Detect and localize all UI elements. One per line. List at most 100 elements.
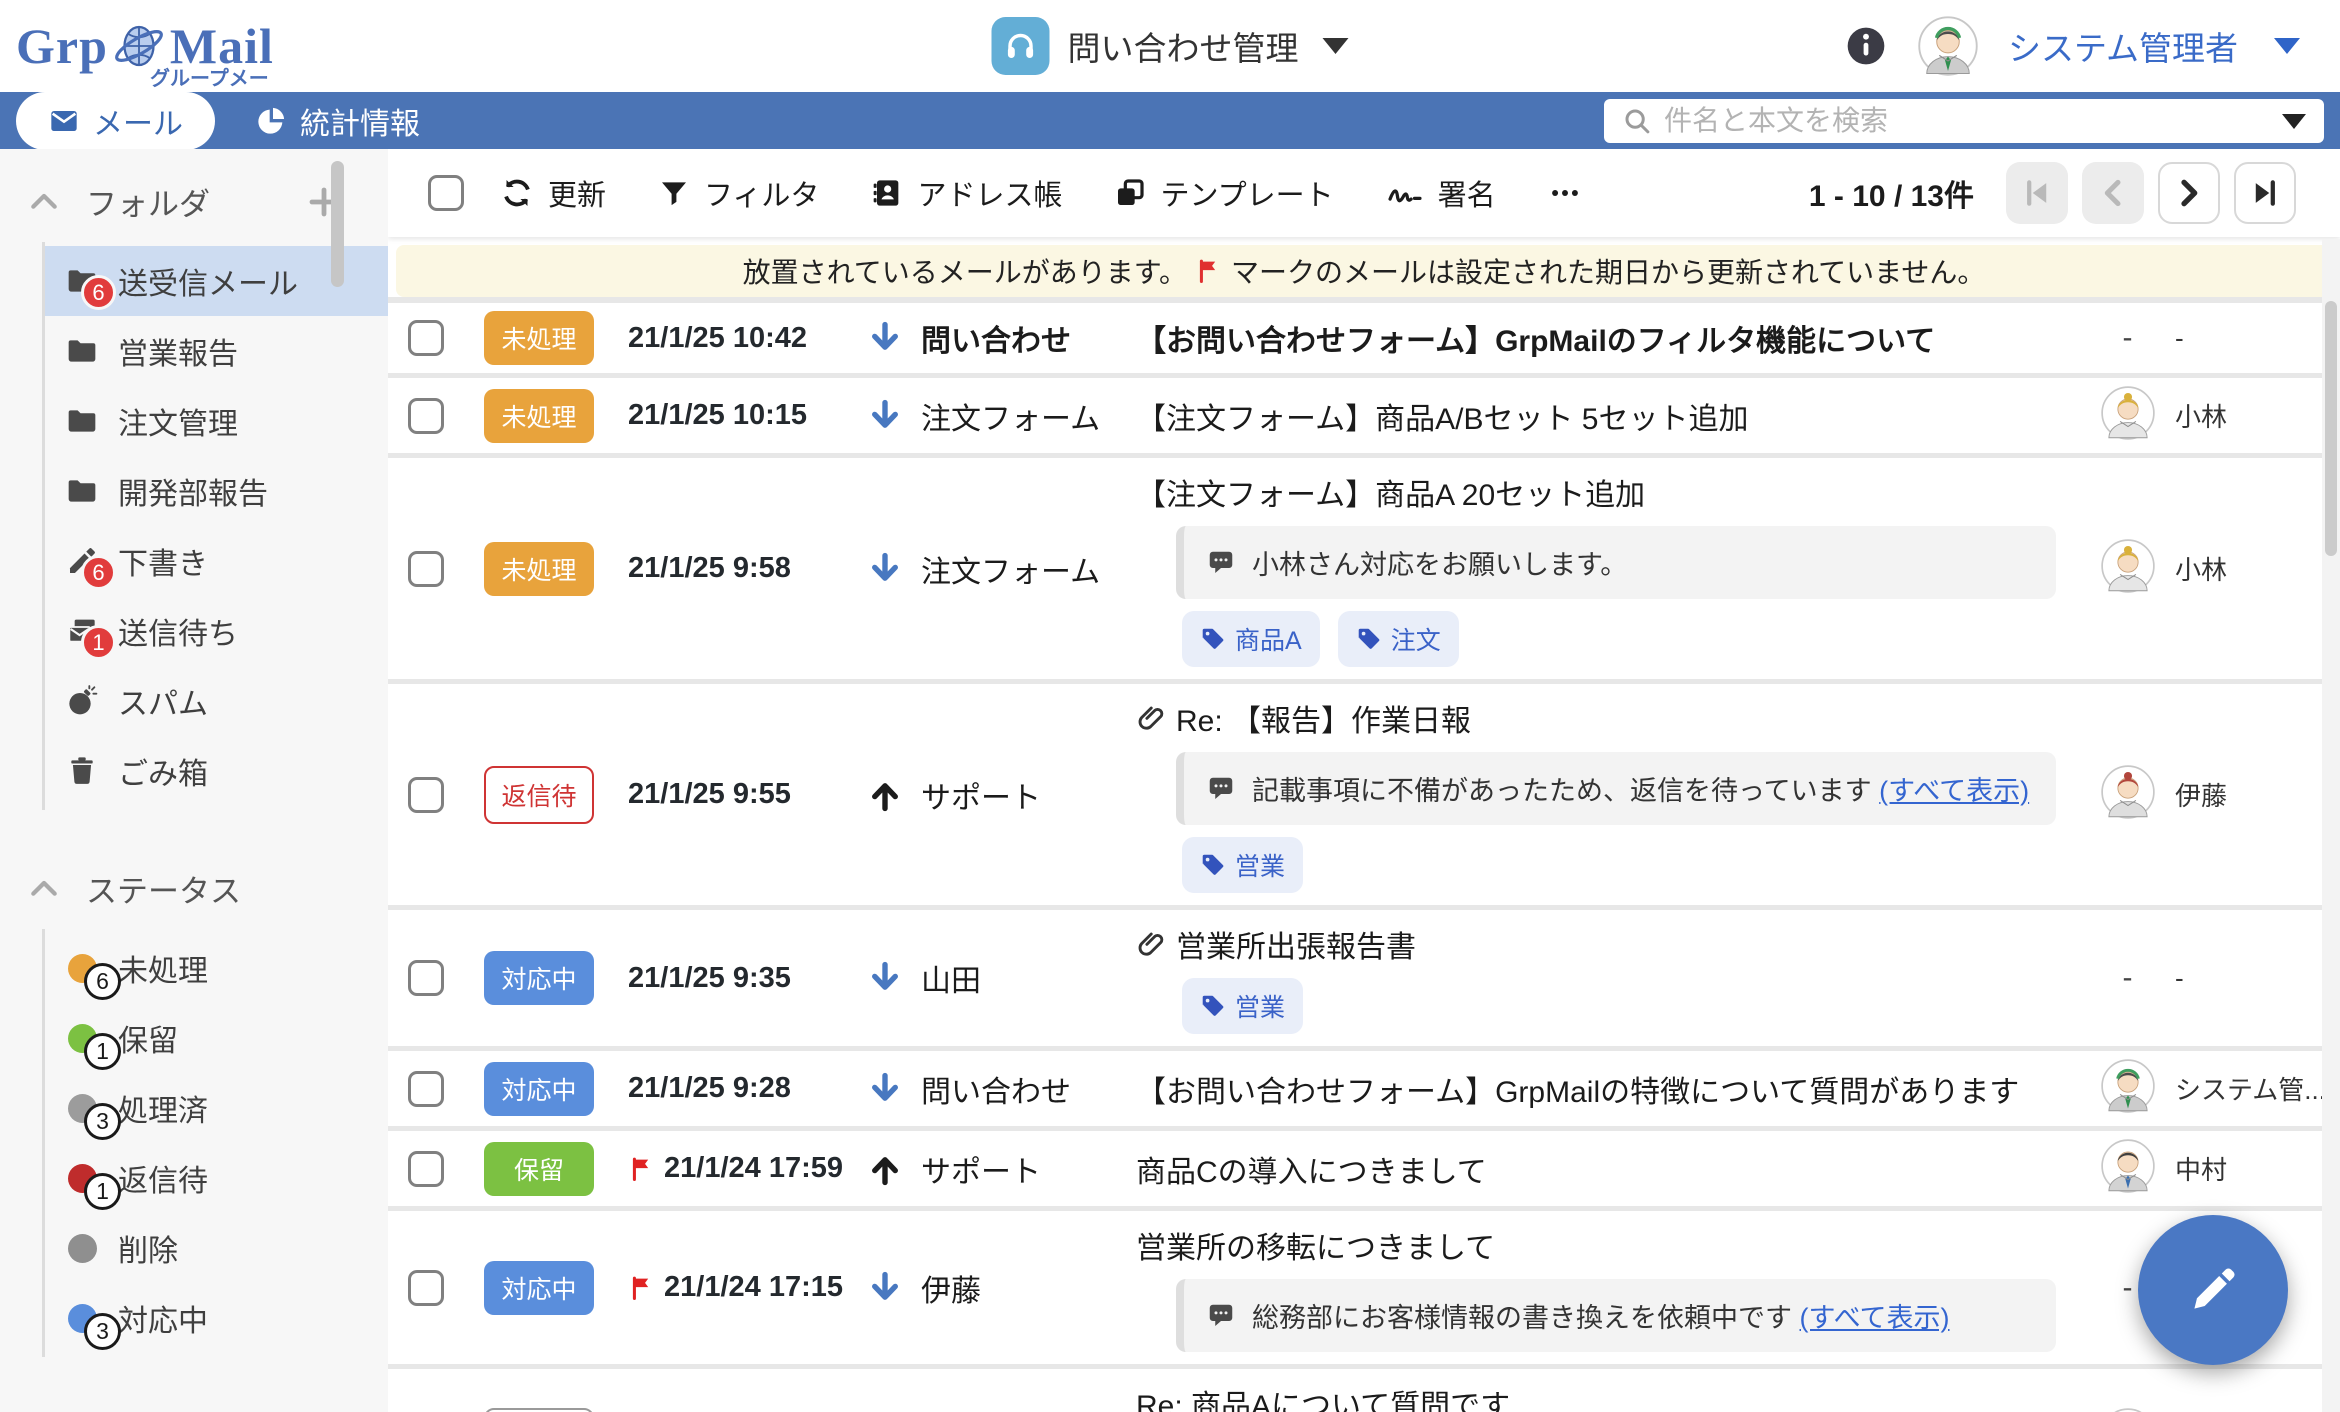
sidebar-item[interactable]: ごみ箱 xyxy=(45,736,388,806)
arrow-down-icon xyxy=(866,550,904,588)
list-toolbar: 更新 フィルタ アドレス帳 テンプレート 署名 1 - 10 / 13件 xyxy=(388,149,2340,237)
select-all-checkbox[interactable] xyxy=(428,175,464,211)
search-options-caret-icon[interactable] xyxy=(2282,113,2306,129)
sidebar-item[interactable]: 3 対応中 xyxy=(45,1283,388,1353)
sidebar-item-label: 未処理 xyxy=(118,955,208,988)
mail-row[interactable]: 処理済21/1/24 16:45サポートRe: 商品Aについて質問です商品A質問 xyxy=(388,1369,2340,1412)
row-checkbox[interactable] xyxy=(408,320,444,356)
sidebar-item[interactable]: 営業報告 xyxy=(45,316,388,386)
toolbar-signature-button[interactable]: 署名 xyxy=(1386,172,1496,214)
first-page-button[interactable] xyxy=(2006,162,2068,224)
mail-comment: 記載事項に不備があったため、返信を待っています (すべて表示) xyxy=(1176,752,2056,825)
sidebar-item[interactable]: 削除 xyxy=(45,1213,388,1283)
compose-button[interactable] xyxy=(2138,1215,2288,1365)
row-checkbox[interactable] xyxy=(408,1269,444,1306)
prev-page-button[interactable] xyxy=(2082,162,2144,224)
row-checkbox[interactable] xyxy=(408,1150,444,1187)
tag-chip[interactable]: 注文 xyxy=(1337,611,1459,667)
info-icon[interactable] xyxy=(1844,24,1888,68)
sender-avatar xyxy=(2101,1407,2155,1412)
row-checkbox[interactable] xyxy=(408,397,444,434)
sidebar-item-label: スパム xyxy=(118,688,208,721)
tab-stats[interactable]: 統計情報 xyxy=(255,99,420,143)
assignee-name: 伊藤 xyxy=(2175,781,2228,811)
main-navbar: メール 統計情報 xyxy=(0,91,2340,150)
mail-row[interactable]: 対応中 21/1/25 9:35 山田 営業所出張報告書 営業 - - xyxy=(388,910,2340,1046)
row-checkbox[interactable] xyxy=(408,960,444,996)
mail-row[interactable]: 対応中 21/1/25 9:28 問い合わせ 【お問い合わせフォーム】GrpMailの… xyxy=(388,1051,2340,1126)
arrow-up-icon xyxy=(866,1150,904,1188)
sidebar-item[interactable]: 6 下書き xyxy=(45,526,388,596)
section-header-tags[interactable]: タグ xyxy=(0,1387,388,1412)
more-icon xyxy=(1548,176,1582,210)
section-header-folders[interactable]: フォルダ xyxy=(0,153,388,242)
show-all-link[interactable]: (すべて表示) xyxy=(1879,776,2029,806)
sidebar-item[interactable]: 1 返信待 xyxy=(45,1143,388,1213)
mail-row[interactable]: 返信待 21/1/25 9:55 サポート Re: 【報告】作業日報 記載事項に不備があ… xyxy=(388,684,2340,905)
last-page-button[interactable] xyxy=(2234,162,2296,224)
list-scrollbar-thumb[interactable] xyxy=(2325,301,2337,556)
row-checkbox[interactable] xyxy=(408,776,444,813)
mail-row[interactable]: 未処理 21/1/25 9:58 注文フォーム 【注文フォーム】商品A 20セット追加… xyxy=(388,458,2340,679)
row-checkbox[interactable] xyxy=(408,1070,444,1107)
tab-mail[interactable]: メール xyxy=(16,91,215,150)
toolbar-more-button[interactable] xyxy=(1548,176,1582,210)
comment-text: 記載事項に不備があったため、返信を待っています (すべて表示) xyxy=(1252,776,2030,806)
mail-row[interactable]: 未処理 21/1/25 10:42 問い合わせ 【お問い合わせフォーム】GrpMail… xyxy=(388,303,2340,373)
sidebar-item[interactable]: 1 保留 xyxy=(45,1003,388,1073)
mail-from: 問い合わせ xyxy=(921,325,1071,358)
workspace-selector[interactable]: 問い合わせ管理 xyxy=(991,17,1349,75)
stale-mail-notice: 放置されているメールがあります。 マークのメールは設定された期日から更新されてい… xyxy=(396,245,2332,297)
sidebar-item[interactable]: 6 未処理 xyxy=(45,933,388,1003)
assignee-name: 中村 xyxy=(2175,1155,2228,1185)
sidebar-item[interactable]: 1 送信待ち xyxy=(45,596,388,666)
mail-row[interactable]: 保留 21/1/24 17:59 サポート 商品Cの導入につきまして 中村 xyxy=(388,1131,2340,1206)
sidebar-item[interactable]: 3 処理済 xyxy=(45,1073,388,1143)
toolbar-address-book-button[interactable]: アドレス帳 xyxy=(871,172,1062,214)
mail-row[interactable]: 対応中 21/1/24 17:15 伊藤 営業所の移転につきまして 総務部にお客様情報の… xyxy=(388,1211,2340,1364)
bubble-icon xyxy=(1206,548,1236,578)
tag-chip[interactable]: 商品A xyxy=(1182,611,1320,667)
sidebar-item-label: ごみ箱 xyxy=(118,758,208,791)
mail-list-panel: 更新 フィルタ アドレス帳 テンプレート 署名 1 - 10 / 13件 放置されている… xyxy=(388,149,2340,1412)
status-count-badge: 3 xyxy=(84,1313,121,1350)
tag-small-icon xyxy=(1200,626,1226,652)
mail-row[interactable]: 未処理 21/1/25 10:15 注文フォーム 【注文フォーム】商品A/Bセット 5… xyxy=(388,378,2340,453)
toolbar-filter-button[interactable]: フィルタ xyxy=(658,172,819,214)
sidebar-item-label: 注文管理 xyxy=(118,408,238,441)
search-input[interactable] xyxy=(1664,105,2270,137)
pencil-icon xyxy=(2182,1259,2244,1321)
section-header-status[interactable]: ステータス xyxy=(0,840,388,929)
chevron-down-icon xyxy=(1322,38,1349,54)
notice-text-after: マークのメールは設定された期日から更新されていません。 xyxy=(1231,257,1986,288)
show-all-link[interactable]: (すべて表示) xyxy=(1800,1303,1950,1333)
flag-icon xyxy=(628,1274,656,1302)
tag-label: 営業 xyxy=(1235,994,1286,1022)
toolbar-button-label: 更新 xyxy=(548,180,607,212)
pagination: 1 - 10 / 13件 xyxy=(1809,162,2296,224)
tag-chip[interactable]: 営業 xyxy=(1182,978,1304,1034)
next-page-button[interactable] xyxy=(2158,162,2220,224)
chevron-down-icon[interactable] xyxy=(2274,38,2300,54)
tag-chip[interactable]: 営業 xyxy=(1182,837,1304,893)
sidebar-scrollbar-thumb[interactable] xyxy=(331,161,344,287)
sidebar-item[interactable]: 開発部報告 xyxy=(45,456,388,526)
sender-avatar xyxy=(2100,386,2155,445)
sidebar-section-tags: タグ3商品A xyxy=(0,1387,388,1412)
mail-date: 21/1/25 9:35 xyxy=(628,961,791,994)
app-logo: Grp Mail グループメール xyxy=(0,0,274,119)
sidebar-item-label: 送受信メール xyxy=(118,268,298,301)
status-dot xyxy=(67,1233,97,1263)
sidebar-item[interactable]: 注文管理 xyxy=(45,386,388,456)
user-avatar[interactable] xyxy=(1918,16,1978,76)
paperclip-icon xyxy=(1136,703,1166,733)
toolbar-template-button[interactable]: テンプレート xyxy=(1114,172,1334,214)
toolbar-refresh-button[interactable]: 更新 xyxy=(500,172,606,214)
sidebar-item[interactable]: スパム xyxy=(45,666,388,736)
list-scrollbar[interactable] xyxy=(2322,239,2340,1412)
toolbar-button-label: 署名 xyxy=(1437,180,1496,212)
logo-text-grp: Grp xyxy=(16,18,108,74)
row-checkbox[interactable] xyxy=(408,550,444,587)
status-badge: 未処理 xyxy=(484,388,594,443)
assignee-name: 小林 xyxy=(2175,555,2228,585)
